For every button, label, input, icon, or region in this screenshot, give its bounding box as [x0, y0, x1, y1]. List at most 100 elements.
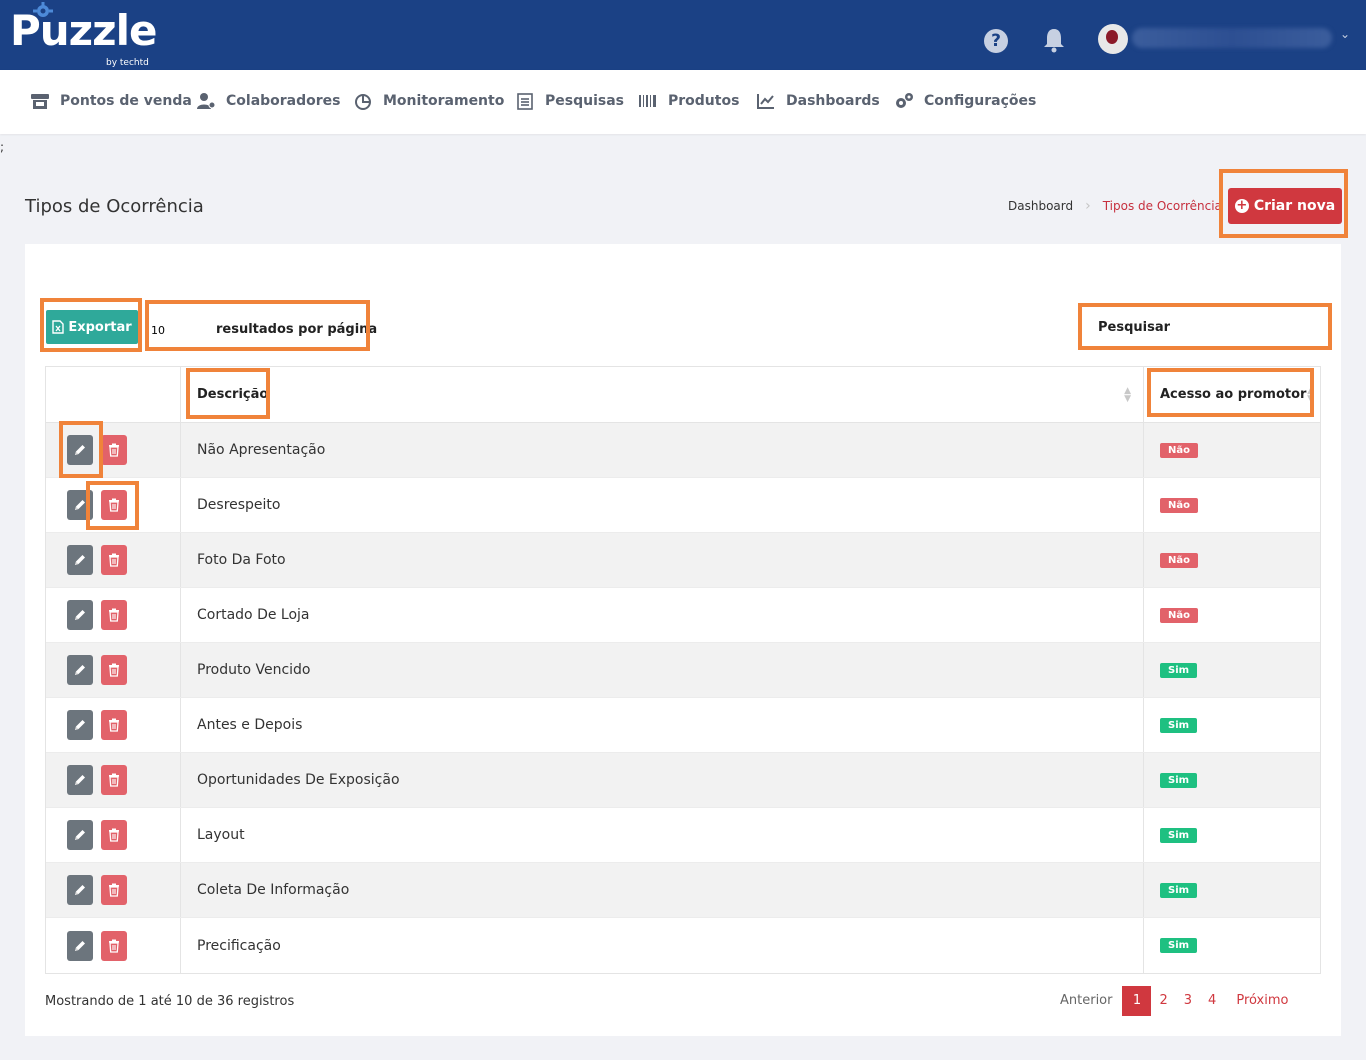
- row-actions: [46, 753, 181, 807]
- row-access: Sim: [1144, 753, 1320, 807]
- edit-button[interactable]: [67, 930, 93, 961]
- create-new-button[interactable]: + Criar nova: [1228, 188, 1342, 224]
- table-row: Coleta De Informação Sim: [46, 863, 1320, 918]
- pagination-next[interactable]: Próximo: [1224, 986, 1296, 1016]
- table-row: Oportunidades De Exposição Sim: [46, 753, 1320, 808]
- delete-button[interactable]: [101, 655, 127, 685]
- edit-button[interactable]: [67, 820, 93, 850]
- breadcrumb-separator: ›: [1085, 198, 1091, 214]
- edit-button[interactable]: [67, 545, 93, 575]
- delete-button[interactable]: [101, 545, 127, 575]
- main-navbar: Pontos de venda Colaboradores Monitorame…: [0, 70, 1366, 134]
- table-row: Desrespeito Não: [46, 478, 1320, 533]
- delete-button[interactable]: [101, 875, 127, 905]
- top-bar: Puzzle by techtd ? ⌄: [0, 0, 1366, 70]
- access-header[interactable]: Acesso ao promotor ▲ ▼: [1144, 367, 1320, 422]
- edit-button[interactable]: [67, 710, 93, 740]
- table-header: Descrição ▲ ▼ Acesso ao promotor ▲ ▼: [46, 367, 1320, 423]
- occurrence-types-table: Descrição ▲ ▼ Acesso ao promotor ▲ ▼ Não A…: [45, 366, 1321, 974]
- edit-button[interactable]: [67, 490, 93, 520]
- row-description: Antes e Depois: [181, 698, 1144, 752]
- access-badge: Sim: [1160, 882, 1198, 898]
- delete-button[interactable]: [101, 435, 127, 465]
- nav-item-pontos-de-venda[interactable]: Pontos de venda: [30, 92, 192, 110]
- chart-pie-icon: [355, 94, 371, 110]
- delete-button[interactable]: [101, 820, 127, 850]
- row-description: Produto Vencido: [181, 643, 1144, 697]
- breadcrumb-home[interactable]: Dashboard: [1008, 199, 1073, 213]
- search-input[interactable]: Pesquisar: [1098, 320, 1170, 335]
- pagination-page[interactable]: 4: [1200, 986, 1224, 1016]
- row-description: Foto Da Foto: [181, 533, 1144, 587]
- bell-icon[interactable]: [1042, 27, 1066, 53]
- chevron-down-icon[interactable]: ⌄: [1340, 27, 1350, 41]
- row-actions: [46, 533, 181, 587]
- row-access: Sim: [1144, 698, 1320, 752]
- row-access: Não: [1144, 423, 1320, 477]
- row-access: Sim: [1144, 918, 1320, 973]
- pencil-icon: [75, 500, 85, 510]
- nav-item-dashboards[interactable]: Dashboards: [756, 92, 880, 110]
- description-header[interactable]: Descrição ▲ ▼: [181, 367, 1144, 422]
- sort-icon: ▲ ▼: [1307, 386, 1314, 404]
- export-button[interactable]: Exportar: [46, 310, 138, 344]
- delete-button[interactable]: [101, 490, 127, 520]
- delete-button[interactable]: [101, 930, 127, 961]
- pencil-icon: [75, 720, 85, 730]
- delete-button[interactable]: [101, 600, 127, 630]
- avatar[interactable]: [1098, 24, 1128, 54]
- nav-label: Pesquisas: [545, 93, 624, 109]
- export-label: Exportar: [68, 319, 132, 335]
- trash-icon: [109, 883, 119, 897]
- edit-button[interactable]: [67, 875, 93, 905]
- pencil-icon: [75, 830, 85, 840]
- table-row: Não Apresentação Não: [46, 423, 1320, 478]
- access-badge: Sim: [1160, 662, 1198, 678]
- pagination-page[interactable]: 3: [1176, 986, 1200, 1016]
- pagination-prev[interactable]: Anterior: [1052, 986, 1122, 1016]
- question-circle-icon[interactable]: ?: [984, 29, 1008, 53]
- access-badge: Não: [1160, 607, 1198, 623]
- breadcrumb-current[interactable]: Tipos de Ocorrência: [1103, 199, 1222, 213]
- edit-button[interactable]: [67, 655, 93, 685]
- actions-header: [46, 367, 181, 422]
- access-badge: Sim: [1160, 717, 1198, 733]
- edit-button[interactable]: [67, 435, 93, 465]
- pagination: Anterior 1 2 3 4 Próximo: [1052, 986, 1296, 1016]
- nav-label: Dashboards: [786, 93, 880, 109]
- row-description: Desrespeito: [181, 478, 1144, 532]
- per-page-label: resultados por página: [216, 322, 378, 337]
- trash-icon: [109, 443, 119, 457]
- table-row: Antes e Depois Sim: [46, 698, 1320, 753]
- users-cog-icon: [197, 93, 216, 109]
- nav-item-pesquisas[interactable]: Pesquisas: [515, 92, 624, 110]
- edit-button[interactable]: [67, 765, 93, 795]
- cogs-icon: [896, 93, 913, 108]
- edit-button[interactable]: [67, 600, 93, 630]
- table-row: Layout Sim: [46, 808, 1320, 863]
- pagination-page[interactable]: 2: [1151, 986, 1175, 1016]
- row-description: Cortado De Loja: [181, 588, 1144, 642]
- delete-button[interactable]: [101, 765, 127, 795]
- store-icon: [31, 94, 49, 109]
- user-name-redacted[interactable]: [1132, 28, 1332, 48]
- table-row: Produto Vencido Sim: [46, 643, 1320, 698]
- pencil-icon: [75, 775, 85, 785]
- row-access: Não: [1144, 478, 1320, 532]
- row-access: Sim: [1144, 863, 1320, 917]
- row-actions: [46, 808, 181, 862]
- brand-logo[interactable]: Puzzle by techtd: [10, 2, 157, 68]
- access-badge: Sim: [1160, 938, 1198, 953]
- nav-item-configuracoes[interactable]: Configurações: [894, 92, 1036, 110]
- row-actions: [46, 478, 181, 532]
- delete-button[interactable]: [101, 710, 127, 740]
- nav-item-colaboradores[interactable]: Colaboradores: [196, 92, 341, 110]
- per-page-select[interactable]: 10: [151, 324, 165, 337]
- access-badge: Sim: [1160, 772, 1198, 788]
- sort-icon: ▲ ▼: [1124, 386, 1131, 404]
- pencil-icon: [75, 445, 85, 455]
- trash-icon: [109, 939, 119, 953]
- nav-item-produtos[interactable]: Produtos: [638, 92, 739, 110]
- nav-item-monitoramento[interactable]: Monitoramento: [353, 92, 504, 110]
- pagination-page[interactable]: 1: [1122, 986, 1152, 1016]
